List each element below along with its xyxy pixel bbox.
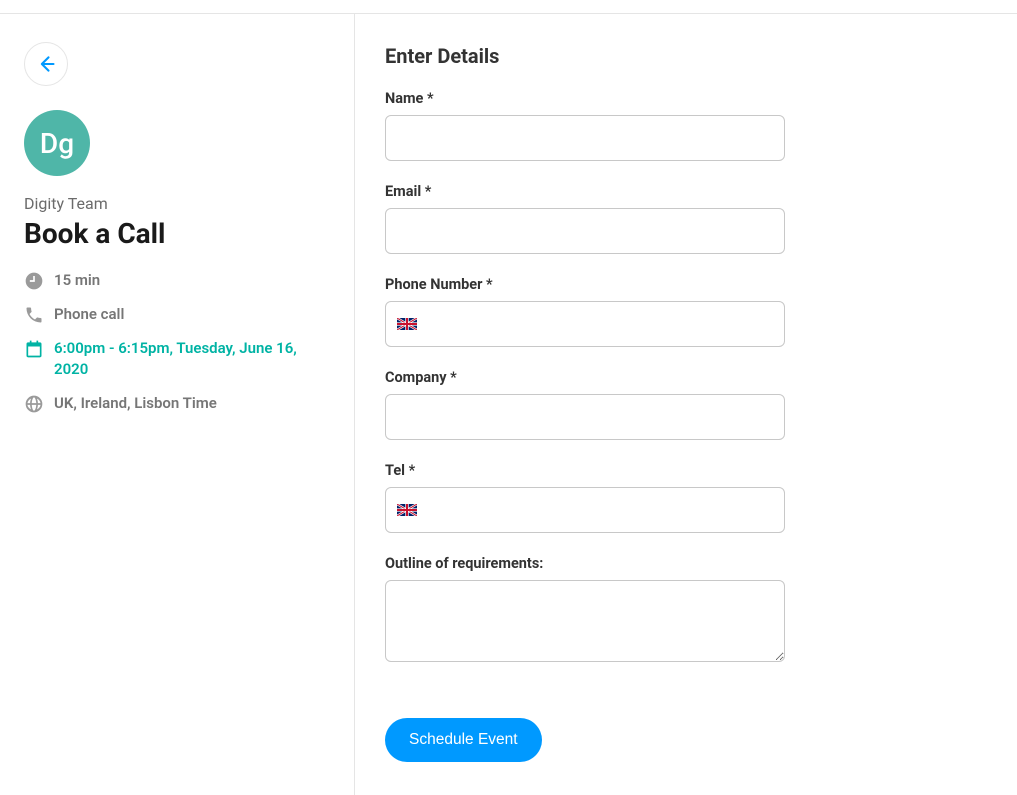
- email-input[interactable]: [385, 208, 785, 254]
- top-border: [0, 0, 1017, 14]
- email-group: Email *: [385, 183, 977, 254]
- phone-icon: [24, 305, 44, 325]
- tel-label: Tel *: [385, 462, 977, 479]
- company-label: Company *: [385, 369, 977, 386]
- slot-row: 6:00pm - 6:15pm, Tuesday, June 16, 2020: [24, 338, 330, 382]
- slot-text: 6:00pm - 6:15pm, Tuesday, June 16, 2020: [54, 338, 330, 382]
- timezone-row: UK, Ireland, Lisbon Time: [24, 393, 330, 415]
- container: Dg Digity Team Book a Call 15 min Phone …: [0, 14, 1017, 795]
- company-group: Company *: [385, 369, 977, 440]
- schedule-event-button[interactable]: Schedule Event: [385, 718, 542, 762]
- outline-group: Outline of requirements:: [385, 555, 977, 666]
- name-label: Name *: [385, 90, 977, 107]
- name-group: Name *: [385, 90, 977, 161]
- duration-row: 15 min: [24, 270, 330, 292]
- method-text: Phone call: [54, 304, 124, 326]
- phone-group: Phone Number *: [385, 276, 977, 347]
- avatar: Dg: [24, 110, 90, 176]
- main: Enter Details Name * Email * Phone Numbe…: [355, 14, 1017, 795]
- outline-label: Outline of requirements:: [385, 555, 977, 572]
- arrow-left-icon: [36, 54, 56, 74]
- company-input[interactable]: [385, 394, 785, 440]
- back-button[interactable]: [24, 42, 68, 86]
- event-title: Book a Call: [24, 217, 330, 250]
- calendar-icon: [24, 339, 44, 359]
- outline-textarea[interactable]: [385, 580, 785, 662]
- tel-group: Tel *: [385, 462, 977, 533]
- avatar-text: Dg: [40, 127, 74, 160]
- sidebar: Dg Digity Team Book a Call 15 min Phone …: [0, 14, 355, 795]
- clock-icon: [24, 271, 44, 291]
- team-name: Digity Team: [24, 194, 330, 213]
- phone-label: Phone Number *: [385, 276, 977, 293]
- timezone-text: UK, Ireland, Lisbon Time: [54, 393, 217, 415]
- tel-input[interactable]: [385, 487, 785, 533]
- phone-input[interactable]: [385, 301, 785, 347]
- form-title: Enter Details: [385, 44, 977, 68]
- email-label: Email *: [385, 183, 977, 200]
- method-row: Phone call: [24, 304, 330, 326]
- globe-icon: [24, 394, 44, 414]
- duration-text: 15 min: [54, 270, 100, 292]
- name-input[interactable]: [385, 115, 785, 161]
